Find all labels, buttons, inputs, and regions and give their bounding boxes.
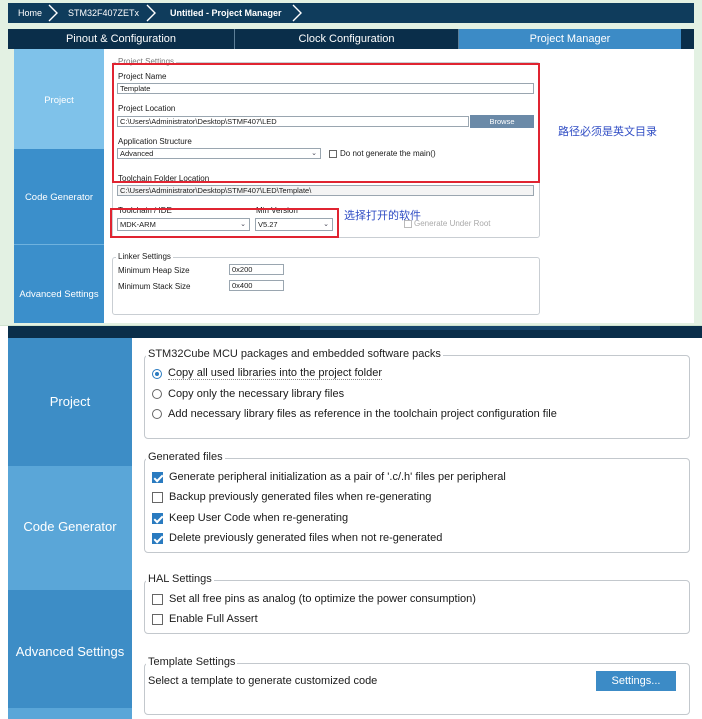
settings-button[interactable]: Settings... [596, 671, 676, 691]
heap-size-input[interactable]: 0x200 [229, 264, 284, 275]
sidebar: Project Code Generator Advanced Settings [8, 338, 132, 719]
template-settings-title: Template Settings [146, 656, 238, 668]
sidebar-label-advanced-settings: Advanced Settings [15, 644, 125, 659]
hal-option-label: Set all free pins as analog (to optimize… [169, 593, 476, 605]
linker-settings-title: Linker Settings [116, 252, 173, 261]
sidebar-label-code-generator: Code Generator [24, 192, 94, 203]
toolchain-annotation: 选择打开的软件 [344, 210, 421, 222]
chevron-right-icon [144, 4, 158, 22]
packs-option-label: Copy all used libraries into the project… [168, 367, 383, 380]
radio-icon[interactable] [152, 389, 162, 399]
code-generator-screenshot-bottom: Project Code Generator Advanced Settings… [0, 326, 702, 719]
tab-clock[interactable]: Clock Configuration [235, 29, 458, 49]
hal-settings-group [144, 580, 690, 634]
tab-project-manager[interactable]: Project Manager [459, 29, 681, 49]
hal-option-full-assert[interactable]: Enable Full Assert [152, 613, 258, 625]
template-description: Select a template to generate customized… [148, 675, 378, 687]
generated-files-title: Generated files [146, 451, 225, 463]
radio-selected-icon[interactable] [152, 368, 162, 379]
sidebar-divider [14, 244, 104, 245]
packs-option-copy-necessary[interactable]: Copy only the necessary library files [152, 388, 344, 400]
project-manager-screenshot-top: Home STM32F407ZETx Untitled - Project Ma… [0, 0, 702, 326]
hal-option-analog[interactable]: Set all free pins as analog (to optimize… [152, 593, 476, 605]
toolchain-folder-input[interactable]: C:\Users\Administrator\Desktop\STMF407\L… [117, 185, 534, 196]
chevron-right-icon [46, 4, 60, 22]
generated-option-delete[interactable]: Delete previously generated files when n… [152, 532, 442, 544]
heap-size-label: Minimum Heap Size [118, 266, 190, 275]
hal-settings-title: HAL Settings [146, 573, 214, 585]
sidebar-label-code-generator: Code Generator [23, 519, 117, 534]
checkbox-checked-icon[interactable] [152, 532, 163, 544]
breadcrumb-home[interactable]: Home [18, 3, 42, 23]
generated-option-label: Backup previously generated files when r… [169, 491, 432, 503]
hal-option-label: Enable Full Assert [169, 613, 258, 625]
generated-option-label: Generate peripheral initialization as a … [169, 471, 506, 483]
path-annotation: 路径必须是英文目录 [558, 126, 657, 138]
main-tabs: Pinout & Configuration Clock Configurati… [8, 29, 694, 49]
active-tab-strip [300, 326, 600, 330]
breadcrumb-current[interactable]: Untitled - Project Manager [170, 3, 282, 23]
checkbox-icon[interactable] [152, 593, 163, 605]
stack-size-label: Minimum Stack Size [118, 282, 191, 291]
breadcrumb-device[interactable]: STM32F407ZETx [68, 3, 139, 23]
packs-option-label: Copy only the necessary library files [168, 388, 345, 400]
checkbox-checked-icon[interactable] [152, 471, 163, 483]
generated-option-keep-user-code[interactable]: Keep User Code when re-generating [152, 512, 348, 524]
tab-bar-strip [8, 326, 702, 338]
stack-size-input[interactable]: 0x400 [229, 280, 284, 291]
packs-option-copy-all[interactable]: Copy all used libraries into the project… [152, 367, 383, 380]
highlight-toolchain [110, 208, 339, 238]
packs-option-label: Add necessary library files as reference… [168, 408, 557, 420]
chevron-right-icon [290, 4, 304, 22]
checkbox-checked-icon[interactable] [152, 512, 163, 524]
checkbox-icon[interactable] [152, 613, 163, 625]
generated-option-pair[interactable]: Generate peripheral initialization as a … [152, 471, 506, 483]
checkbox-icon[interactable] [152, 491, 163, 503]
radio-icon[interactable] [152, 409, 162, 419]
sidebar-item-advanced-settings[interactable] [14, 244, 104, 323]
generated-option-label: Delete previously generated files when n… [169, 532, 443, 544]
highlight-project-location [112, 63, 540, 183]
sidebar-label-project: Project [49, 394, 91, 409]
sidebar-label-project: Project [44, 95, 74, 106]
generate-under-root-label: Generate Under Root [414, 219, 491, 228]
breadcrumb: Home STM32F407ZETx Untitled - Project Ma… [8, 3, 694, 23]
generated-option-label: Keep User Code when re-generating [169, 512, 349, 524]
generated-option-backup[interactable]: Backup previously generated files when r… [152, 491, 431, 503]
sidebar-label-advanced-settings: Advanced Settings [19, 289, 99, 300]
packs-option-reference[interactable]: Add necessary library files as reference… [152, 408, 557, 420]
packs-title: STM32Cube MCU packages and embedded soft… [146, 348, 443, 360]
tab-pinout[interactable]: Pinout & Configuration [8, 29, 234, 49]
